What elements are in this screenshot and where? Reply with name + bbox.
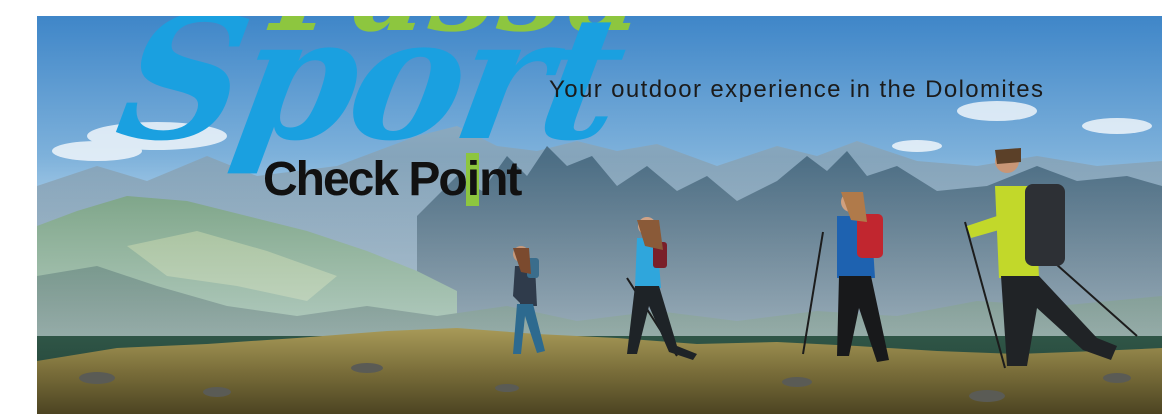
tagline: Your outdoor experience in the Dolomites: [549, 76, 1045, 103]
haze: [37, 156, 1162, 336]
